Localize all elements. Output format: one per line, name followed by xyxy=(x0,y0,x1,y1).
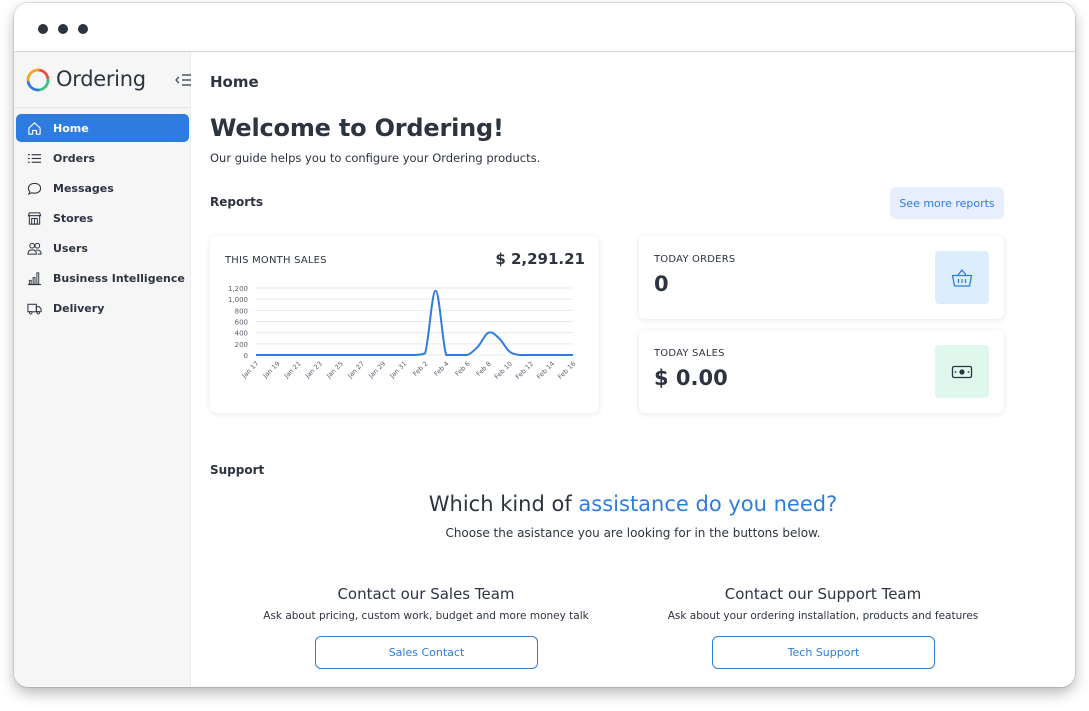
welcome-heading: Welcome to Ordering! xyxy=(210,114,504,142)
window-close-dot[interactable] xyxy=(38,24,48,34)
sidebar-item-orders[interactable]: Orders xyxy=(16,144,189,172)
today-sales-card-label: TODAY SALES xyxy=(654,348,725,359)
basket-icon xyxy=(951,268,973,287)
support-team-description: Ask about your ordering installation, pr… xyxy=(667,610,979,622)
sidebar-item-label: Home xyxy=(53,121,89,135)
x-tick-label: Feb 2 xyxy=(411,360,429,378)
today-sales-card-value: $ 0.00 xyxy=(654,366,728,390)
y-tick-label: 1,200 xyxy=(228,285,248,293)
x-tick-label: Jan 19 xyxy=(261,360,282,381)
truck-icon xyxy=(26,300,42,316)
support-heading-plain: Which kind of xyxy=(428,492,579,516)
sidebar-item-delivery[interactable]: Delivery xyxy=(16,294,189,322)
x-tick-label: Feb 6 xyxy=(454,360,472,378)
reports-section-label: Reports xyxy=(210,195,264,209)
x-tick-label: Jan 29 xyxy=(366,360,387,381)
x-tick-label: Jan 23 xyxy=(303,360,324,381)
x-tick-label: Feb 12 xyxy=(514,360,535,381)
window-titlebar xyxy=(14,3,1075,52)
y-tick-label: 1,000 xyxy=(228,296,248,304)
sidebar-item-stores[interactable]: Stores xyxy=(16,204,189,232)
sidebar-item-label: Stores xyxy=(53,211,94,225)
sales-line-chart: 02004006008001,0001,200Jan 17 Jan 19 Jan 2… xyxy=(228,285,577,381)
x-tick-label: Feb 14 xyxy=(535,360,556,381)
window-minimize-dot[interactable] xyxy=(58,24,68,34)
today-sales-card: TODAY SALES $ 0.00 xyxy=(639,330,1004,413)
today-sales-icon-tile xyxy=(935,345,989,398)
home-icon xyxy=(26,120,42,136)
support-section-label: Support xyxy=(210,463,265,477)
sidebar-item-label: Users xyxy=(53,241,88,255)
x-tick-label: Feb 16 xyxy=(556,360,577,381)
welcome-subtitle: Our guide helps you to configure your Or… xyxy=(210,151,541,165)
chat-bubble-icon xyxy=(26,180,42,196)
sales-team-description: Ask about pricing, custom work, budget a… xyxy=(263,610,589,622)
sidebar: Ordering Home Orders Messages Stores Use… xyxy=(14,52,194,687)
page-title: Home xyxy=(210,73,259,91)
sidebar-item-home[interactable]: Home xyxy=(16,114,189,142)
sales-card-amount: $ 2,291.21 xyxy=(495,250,585,268)
sidebar-divider xyxy=(14,107,191,108)
y-tick-label: 0 xyxy=(244,352,248,360)
x-tick-label: Jan 31 xyxy=(388,360,409,381)
sales-series-line xyxy=(255,289,573,356)
sidebar-nav: Home Orders Messages Stores Users Busine… xyxy=(14,114,191,324)
sidebar-item-label: Delivery xyxy=(53,301,105,315)
this-month-sales-card: THIS MONTH SALES $ 2,291.21 0 200 400 600 80… xyxy=(210,236,599,413)
x-tick-label: Jan 17 xyxy=(240,360,261,381)
sidebar-item-business-intelligence[interactable]: Business Intelligence xyxy=(16,264,189,292)
sidebar-item-label: Business Intelligence xyxy=(53,271,185,285)
orders-card-label: TODAY ORDERS xyxy=(654,254,736,265)
sidebar-item-label: Messages xyxy=(53,181,114,195)
y-tick-label: 800 xyxy=(235,307,248,315)
support-heading: Which kind of assistance do you need? xyxy=(191,492,1075,516)
sales-card-label: THIS MONTH SALES xyxy=(225,255,327,266)
brand-name: Ordering xyxy=(56,67,146,91)
sales-contact-button[interactable]: Sales Contact xyxy=(315,636,538,669)
see-more-reports-button[interactable]: See more reports xyxy=(890,187,1004,219)
x-tick-label: Jan 25 xyxy=(324,360,345,381)
x-tick-label: Feb 8 xyxy=(475,360,493,378)
support-heading-accent: assistance do you need? xyxy=(578,492,838,516)
support-subtitle: Choose the asistance you are looking for… xyxy=(445,526,821,540)
window-maximize-dot[interactable] xyxy=(78,24,88,34)
browser-window: Ordering Home Orders Messages Stores Use… xyxy=(14,3,1075,687)
sidebar-item-label: Orders xyxy=(53,151,96,165)
x-tick-label: Jan 27 xyxy=(345,360,366,381)
main-content: Home Welcome to Ordering! Our guide help… xyxy=(191,52,1075,687)
support-team-title: Contact our Support Team xyxy=(724,585,922,603)
store-icon xyxy=(26,210,42,226)
orders-card-value: 0 xyxy=(654,272,669,296)
ordering-logo-icon xyxy=(26,68,50,92)
users-icon xyxy=(26,240,42,256)
tech-support-button[interactable]: Tech Support xyxy=(712,636,935,669)
x-tick-label: Feb 4 xyxy=(432,360,450,378)
list-icon xyxy=(26,150,42,166)
y-tick-label: 400 xyxy=(235,330,248,338)
bar-chart-icon xyxy=(26,270,42,286)
today-orders-card: TODAY ORDERS 0 xyxy=(639,236,1004,319)
cash-icon xyxy=(951,365,973,378)
y-tick-label: 600 xyxy=(235,319,248,327)
brand-logo[interactable]: Ordering xyxy=(24,65,194,95)
y-tick-label: 200 xyxy=(235,341,248,349)
sidebar-item-messages[interactable]: Messages xyxy=(16,174,189,202)
orders-icon-tile xyxy=(935,251,989,304)
sales-team-title: Contact our Sales Team xyxy=(337,585,515,603)
x-tick-label: Jan 21 xyxy=(282,360,303,381)
x-tick-label: Feb 10 xyxy=(493,360,514,381)
sidebar-item-users[interactable]: Users xyxy=(16,234,189,262)
